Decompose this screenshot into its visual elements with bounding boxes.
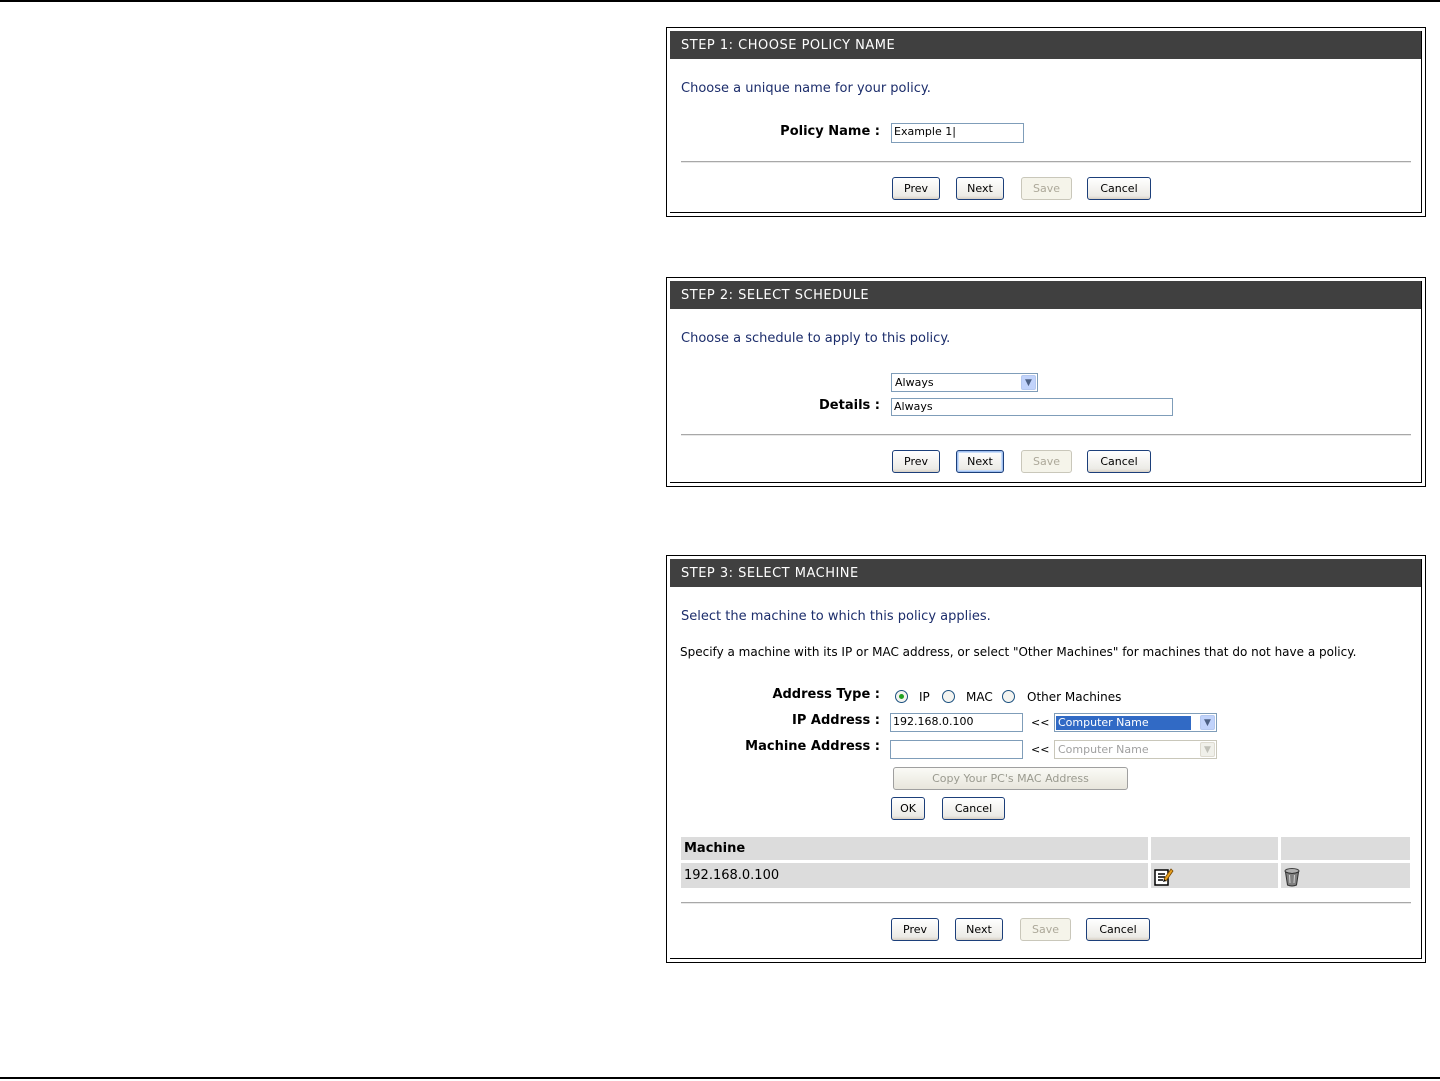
step1-panel: STEP 1: CHOOSE POLICY NAME Choose a uniq… (666, 27, 1426, 217)
policy-name-label: Policy Name : (780, 124, 880, 139)
step2-prev-button[interactable]: Prev (892, 450, 940, 473)
step3-next-button[interactable]: Next (955, 918, 1003, 941)
radio-ip-label: IP (919, 690, 930, 704)
radio-other-machines[interactable] (1002, 690, 1015, 703)
step1-intro: Choose a unique name for your policy. (681, 81, 931, 96)
delete-column-header (1281, 837, 1410, 860)
step1-cancel-button[interactable]: Cancel (1087, 177, 1151, 200)
radio-mac-label: MAC (966, 690, 993, 704)
edit-column-header (1151, 837, 1278, 860)
step3-save-button[interactable]: Save (1020, 918, 1071, 941)
table-row-machine: 192.168.0.100 (681, 863, 1148, 888)
schedule-select[interactable]: Always ▼ (891, 373, 1038, 392)
details-label: Details : (819, 398, 880, 413)
inline-cancel-button[interactable]: Cancel (942, 797, 1005, 820)
step3-panel: STEP 3: SELECT MACHINE Select the machin… (666, 555, 1426, 963)
ip-address-label: IP Address : (792, 713, 880, 728)
table-row-delete-cell (1281, 863, 1410, 888)
table-row-edit-cell (1151, 863, 1278, 888)
edit-icon[interactable] (1153, 867, 1175, 887)
radio-other-machines-label: Other Machines (1027, 690, 1122, 704)
trash-icon[interactable] (1283, 867, 1301, 887)
step3-divider (681, 902, 1411, 904)
step3-title: STEP 3: SELECT MACHINE (670, 559, 1421, 587)
step2-intro: Choose a schedule to apply to this polic… (681, 331, 951, 346)
address-type-label: Address Type : (772, 687, 880, 702)
details-field: Always (891, 398, 1173, 416)
mac-computer-name-value: Computer Name (1058, 743, 1149, 756)
machine-column-header: Machine (681, 837, 1148, 860)
step2-save-button[interactable]: Save (1021, 450, 1072, 473)
step2-panel: STEP 2: SELECT SCHEDULE Choose a schedul… (666, 277, 1426, 487)
step2-divider (681, 434, 1411, 436)
step1-next-button[interactable]: Next (956, 177, 1004, 200)
ip-address-input[interactable]: 192.168.0.100 (890, 713, 1023, 732)
schedule-select-value: Always (895, 376, 934, 389)
bottom-rule (0, 1077, 1440, 1079)
ip-computer-name-value: Computer Name (1056, 716, 1191, 730)
ip-computer-name-select[interactable]: Computer Name ▼ (1054, 713, 1217, 732)
step3-cancel-button[interactable]: Cancel (1086, 918, 1150, 941)
ok-button[interactable]: OK (891, 797, 925, 820)
ip-separator: << (1031, 716, 1050, 729)
step1-prev-button[interactable]: Prev (892, 177, 940, 200)
chevron-down-icon: ▼ (1200, 742, 1215, 757)
step1-divider (681, 161, 1411, 163)
mac-computer-name-select[interactable]: Computer Name ▼ (1054, 740, 1217, 759)
step2-cancel-button[interactable]: Cancel (1087, 450, 1151, 473)
step3-prev-button[interactable]: Prev (891, 918, 939, 941)
machine-address-label: Machine Address : (745, 739, 880, 754)
step2-next-button[interactable]: Next (956, 450, 1004, 473)
chevron-down-icon: ▼ (1200, 715, 1215, 730)
chevron-down-icon: ▼ (1021, 375, 1036, 390)
step1-title: STEP 1: CHOOSE POLICY NAME (670, 31, 1421, 59)
step2-title: STEP 2: SELECT SCHEDULE (670, 281, 1421, 309)
step1-save-button[interactable]: Save (1021, 177, 1072, 200)
machine-address-input[interactable] (890, 740, 1023, 759)
radio-mac[interactable] (942, 690, 955, 703)
step3-intro: Select the machine to which this policy … (681, 609, 991, 624)
policy-name-input[interactable]: Example 1| (891, 123, 1024, 143)
mac-separator: << (1031, 743, 1050, 756)
top-rule (0, 0, 1440, 2)
step3-description: Specify a machine with its IP or MAC add… (680, 645, 1357, 659)
radio-ip[interactable] (895, 690, 908, 703)
copy-mac-address-button[interactable]: Copy Your PC's MAC Address (893, 767, 1128, 790)
